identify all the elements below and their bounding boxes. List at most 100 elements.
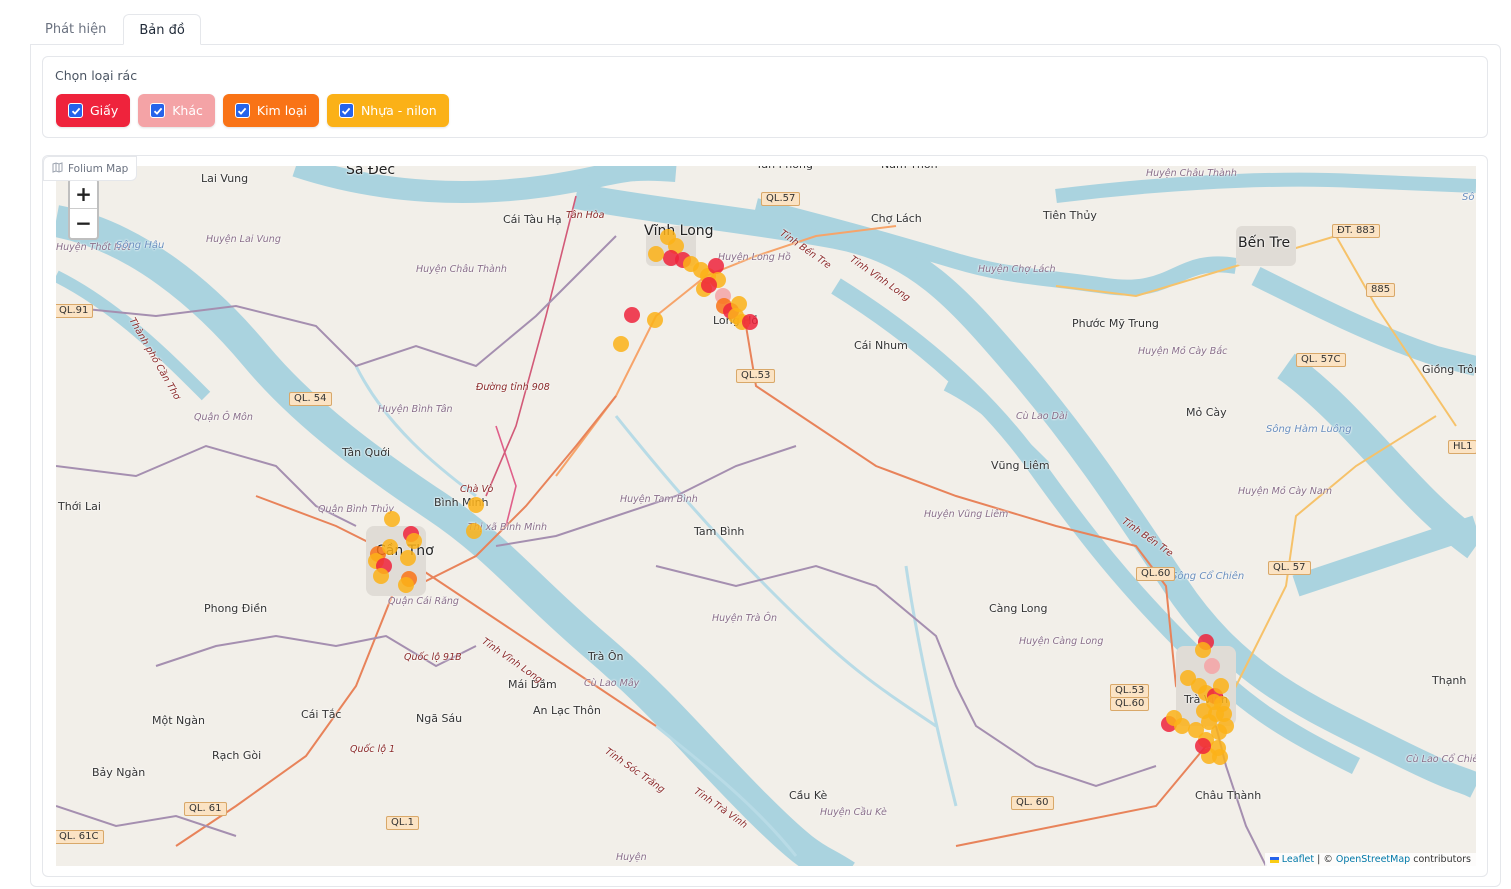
road-shield: QL.60 <box>1110 697 1150 711</box>
waste-marker[interactable] <box>613 336 629 352</box>
map-place-label: Sa Đéc <box>346 166 396 178</box>
map-place-label: Một Ngàn <box>152 714 205 727</box>
waste-marker[interactable] <box>382 539 398 555</box>
map-place-label: Cầu Kè <box>789 789 828 802</box>
waste-marker[interactable] <box>466 523 482 539</box>
filter-option-metal[interactable]: Kim loại <box>222 94 319 127</box>
map-place-label: Đường tỉnh 908 <box>476 382 550 393</box>
filter-option-label: Giấy <box>90 103 119 118</box>
waste-marker[interactable] <box>400 550 416 566</box>
map-badge-label: Folium Map <box>68 162 129 175</box>
waste-marker[interactable] <box>406 533 422 549</box>
map-place-label: Huyện Lai Vung <box>206 234 281 245</box>
road-shield: QL. 61C <box>56 830 104 844</box>
osm-link[interactable]: OpenStreetMap <box>1336 854 1410 865</box>
road-shield: ĐT. 883 <box>1332 224 1381 238</box>
filter-option-label: Khác <box>172 103 203 118</box>
map-place-label: Rạch Gòi <box>212 749 262 762</box>
map-place-label: Quận Bình Thủy <box>318 504 395 515</box>
map-place-label: Cù Lao Dài <box>1016 411 1068 422</box>
map-place-label: Cù Lao Cổ Chiên <box>1406 754 1476 765</box>
map-place-label: Sông Hậu <box>116 240 165 251</box>
map-place-label: Lai Vung <box>201 172 249 185</box>
map-place-label: Phước Mỹ Trung <box>1072 317 1159 330</box>
map-place-label: Huyện Bình Tân <box>378 404 453 415</box>
waste-marker[interactable] <box>731 296 747 312</box>
road-shield: QL.53 <box>1110 684 1150 698</box>
leaflet-link[interactable]: Leaflet <box>1282 854 1314 865</box>
map-place-label: Huyện Càng Long <box>1019 636 1104 647</box>
ukraine-flag-icon <box>1269 856 1279 863</box>
filter-option-paper[interactable]: Giấy <box>56 94 131 127</box>
filter-options: Giấy Khác Kim loại Nhựa - nilon <box>56 94 449 127</box>
waste-marker[interactable] <box>624 307 640 323</box>
tab-map[interactable]: Bản đồ <box>123 14 201 45</box>
leaflet-map[interactable]: + − Sa Đéc Lai Vung Cái Tàu Hạ Tân Hòa Vĩnh … <box>56 166 1476 866</box>
filter-option-other[interactable]: Khác <box>138 94 215 127</box>
map-place-label: Tân Hòa <box>566 210 605 221</box>
road-shield: QL.91 <box>56 304 94 318</box>
map-place-label: Thạnh <box>1432 674 1467 687</box>
map-place-label: An Lạc Thôn <box>533 704 601 717</box>
waste-marker[interactable] <box>1213 678 1229 694</box>
map-place-label: Cái Tàu Hạ <box>503 213 562 226</box>
road-shield: QL.60 <box>1136 567 1176 581</box>
map-icon <box>52 161 63 176</box>
waste-marker[interactable] <box>384 511 400 527</box>
checkbox-checked-icon[interactable] <box>338 103 354 118</box>
zoom-in-button[interactable]: + <box>70 180 97 209</box>
tab-bar: Phát hiện Bản đồ <box>30 14 201 45</box>
zoom-out-button[interactable]: − <box>70 209 97 238</box>
waste-marker[interactable] <box>742 314 758 330</box>
filter-label: Chọn loại rác <box>55 68 138 83</box>
tab-detection[interactable]: Phát hiện <box>30 14 121 45</box>
waste-marker[interactable] <box>647 312 663 328</box>
waste-marker[interactable] <box>1195 738 1211 754</box>
checkbox-checked-icon[interactable] <box>150 103 166 118</box>
waste-marker[interactable] <box>1195 642 1211 658</box>
filter-option-plastic[interactable]: Nhựa - nilon <box>326 94 449 127</box>
waste-marker[interactable] <box>701 277 717 293</box>
filter-option-label: Kim loại <box>256 103 307 118</box>
map-place-label: Huyện Chợ Lách <box>978 264 1056 275</box>
map-place-label: Chà Vò <box>460 484 494 495</box>
map-place-label: Sô <box>1462 192 1475 203</box>
map-place-label: Chợ Lách <box>871 212 922 225</box>
map-place-label: Thới Lai <box>58 500 101 513</box>
waste-marker[interactable] <box>398 577 414 593</box>
waste-type-filter: Chọn loại rác Giấy Khác Kim loại Nhựa - … <box>42 56 1488 138</box>
map-place-label: Bến Tre <box>1238 235 1291 251</box>
map-place-label: Tân Quới <box>342 446 391 459</box>
checkbox-checked-icon[interactable] <box>234 103 250 118</box>
map-place-label: Mỏ Cày <box>1186 406 1227 419</box>
map-attribution: Leaflet | © OpenStreetMap contributors <box>1264 853 1476 866</box>
waste-marker[interactable] <box>648 246 664 262</box>
folium-map-badge: Folium Map <box>43 156 138 181</box>
waste-marker[interactable] <box>1212 749 1228 765</box>
waste-marker[interactable] <box>373 568 389 584</box>
map-place-label: Huyện Cầu Kè <box>820 807 887 818</box>
road-shield: QL.57 <box>761 192 801 206</box>
waste-marker[interactable] <box>468 497 484 513</box>
map-place-label: Huyện Vũng Liêm <box>924 509 1009 520</box>
map-place-label: Huyện Mỏ Cày Nam <box>1238 486 1332 497</box>
waste-marker[interactable] <box>1204 658 1220 674</box>
map-place-label: Bảy Ngàn <box>92 766 146 779</box>
filter-option-label: Nhựa - nilon <box>360 103 437 118</box>
map-place-label: Huyện Châu Thành <box>416 264 507 275</box>
map-place-label: Cù Lao Mây <box>584 678 640 689</box>
map-place-label: Vũng Liêm <box>991 459 1050 472</box>
zoom-control: + − <box>68 178 99 240</box>
map-place-label: Tiên Thủy <box>1043 209 1097 222</box>
map-place-label: Trà Ôn <box>588 650 624 663</box>
waste-marker[interactable] <box>1206 694 1222 710</box>
road-shield: QL. 54 <box>289 392 332 406</box>
waste-marker[interactable] <box>1218 718 1234 734</box>
map-place-label: Cái Nhum <box>854 339 908 352</box>
map-place-label: Châu Thành <box>1195 789 1262 802</box>
waste-marker[interactable] <box>1174 718 1190 734</box>
attribution-tail: contributors <box>1410 854 1471 865</box>
road-shield: QL. 61 <box>184 802 227 816</box>
checkbox-checked-icon[interactable] <box>68 103 83 118</box>
road-shield: QL.1 <box>386 816 419 830</box>
